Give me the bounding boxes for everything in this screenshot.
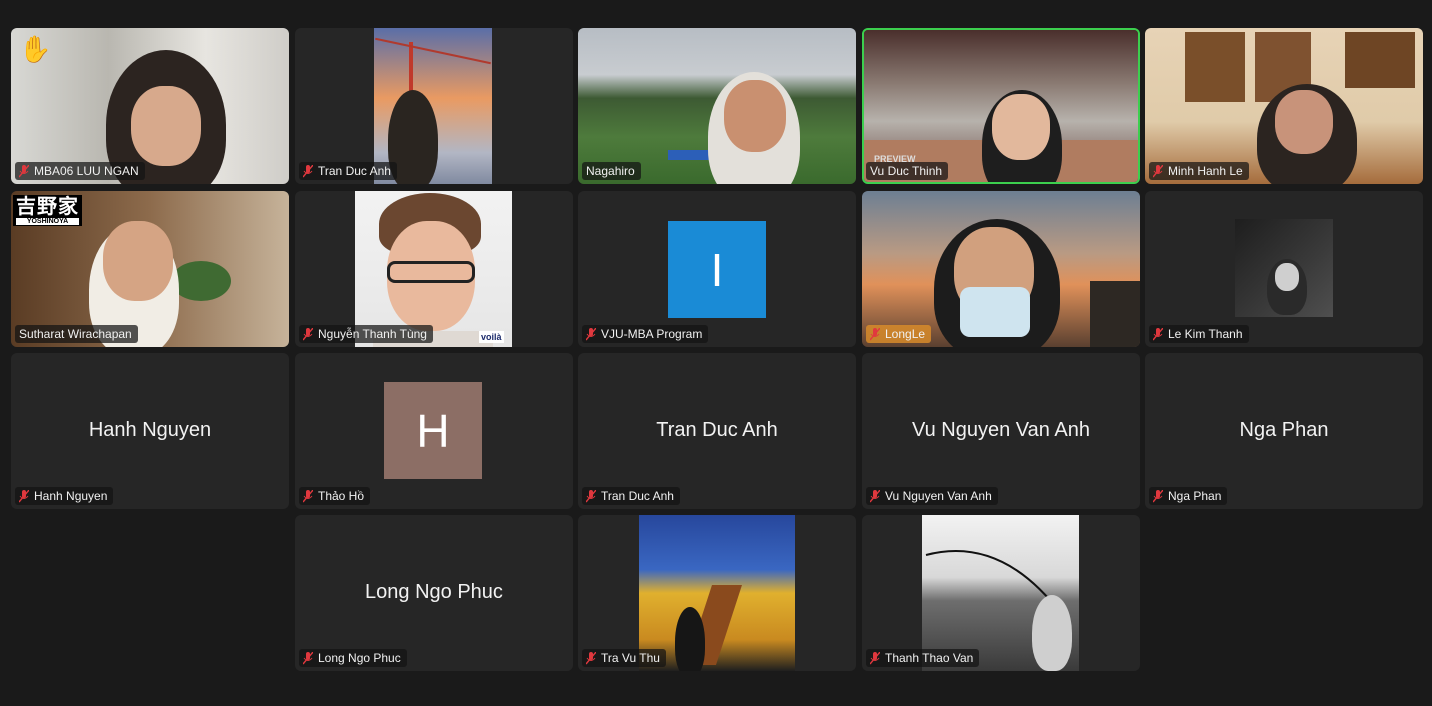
logo-kanji: 吉野家 — [16, 196, 79, 218]
mic-muted-icon — [303, 164, 313, 177]
mic-muted-icon — [303, 651, 313, 664]
participant-tile[interactable]: ✋ MBA06 LUU NGAN — [11, 28, 289, 184]
participant-name-label: Tran Duc Anh — [299, 162, 397, 180]
participant-name-label: Tran Duc Anh — [582, 487, 680, 505]
mic-muted-icon — [19, 164, 29, 177]
participant-name-label: Le Kim Thanh — [1149, 325, 1249, 343]
participant-tile[interactable]: 吉野家 YOSHINOYA Sutharat Wirachapan — [11, 191, 289, 347]
participant-name-label: Nguyễn Thanh Tùng — [299, 325, 433, 343]
mic-muted-icon — [19, 489, 29, 502]
participant-display-name: Hanh Nguyen — [88, 419, 212, 441]
mic-muted-icon — [586, 327, 596, 340]
mic-muted-icon — [870, 327, 880, 340]
participant-video — [355, 191, 512, 347]
participant-name-label: Long Ngo Phuc — [299, 649, 407, 667]
participant-name-label: Vu Duc Thinh — [866, 162, 949, 180]
participant-tile[interactable]: Le Kim Thanh — [1145, 191, 1423, 347]
participant-name-label: VJU-MBA Program — [582, 325, 709, 343]
participant-profile-photo — [1235, 219, 1333, 317]
participant-tile[interactable]: LongLe — [862, 191, 1140, 347]
participant-name-label: Nagahiro — [582, 162, 641, 180]
participant-avatar: I — [668, 221, 766, 318]
participant-video — [578, 28, 856, 184]
mic-muted-icon — [1153, 164, 1163, 177]
participant-tile[interactable]: Tran Duc Anh — [295, 28, 573, 184]
participant-video — [862, 191, 1140, 347]
participant-name-label: Thanh Thao Van — [866, 649, 980, 667]
mic-muted-icon — [303, 489, 313, 502]
participant-display-name: Nga Phan — [1239, 419, 1329, 441]
logo-text: YOSHINOYA — [16, 218, 79, 225]
participant-name-label: MBA06 LUU NGAN — [15, 162, 145, 180]
participant-name-label: Vu Nguyen Van Anh — [866, 487, 998, 505]
mic-muted-icon — [1153, 489, 1163, 502]
voila-watermark: voilà — [479, 331, 504, 343]
mic-muted-icon — [870, 651, 880, 664]
participant-tile[interactable]: Tra Vu Thu — [578, 515, 856, 671]
participant-tile[interactable]: voilà Nguyễn Thanh Tùng — [295, 191, 573, 347]
participant-tile[interactable]: Nga Phan Nga Phan — [1145, 353, 1423, 509]
participant-video — [11, 28, 289, 184]
yoshinoya-logo: 吉野家 YOSHINOYA — [13, 195, 82, 226]
participant-tile[interactable]: Long Ngo Phuc Long Ngo Phuc — [295, 515, 573, 671]
participant-name-label: Nga Phan — [1149, 487, 1228, 505]
mic-muted-icon — [1153, 327, 1163, 340]
participant-tile[interactable]: H Thảo Hồ — [295, 353, 573, 509]
participant-display-name: Tran Duc Anh — [656, 419, 778, 441]
participant-video: PREVIEW — [864, 30, 1138, 182]
participant-tile[interactable]: I VJU-MBA Program — [578, 191, 856, 347]
participant-display-name: Vu Nguyen Van Anh — [912, 419, 1090, 441]
participant-name-label: LongLe — [866, 325, 932, 343]
mic-muted-icon — [870, 489, 880, 502]
participant-name-label: Tra Vu Thu — [582, 649, 666, 667]
participant-tile[interactable]: Vu Nguyen Van Anh Vu Nguyen Van Anh — [862, 353, 1140, 509]
participant-name-label: Minh Hanh Le — [1149, 162, 1249, 180]
participant-name-label: Sutharat Wirachapan — [15, 325, 138, 343]
raised-hand-icon: ✋ — [19, 34, 52, 64]
participant-name-label: Thảo Hồ — [299, 487, 371, 505]
participant-video — [374, 28, 492, 184]
mic-muted-icon — [586, 489, 596, 502]
participant-tile[interactable]: Minh Hanh Le — [1145, 28, 1423, 184]
participant-display-name: Long Ngo Phuc — [365, 581, 503, 603]
participant-video — [922, 515, 1079, 671]
participant-tile-active-speaker[interactable]: PREVIEW Vu Duc Thinh — [862, 28, 1140, 184]
participant-name-label: Hanh Nguyen — [15, 487, 114, 505]
participant-video — [639, 515, 795, 671]
participant-avatar: H — [384, 382, 482, 479]
participant-tile[interactable]: Thanh Thao Van — [862, 515, 1140, 671]
participant-tile[interactable]: Hanh Nguyen Hanh Nguyen — [11, 353, 289, 509]
mic-muted-icon — [586, 651, 596, 664]
participant-tile[interactable]: Nagahiro — [578, 28, 856, 184]
participant-tile[interactable]: Tran Duc Anh Tran Duc Anh — [578, 353, 856, 509]
participant-video — [1145, 28, 1423, 184]
mic-muted-icon — [303, 327, 313, 340]
